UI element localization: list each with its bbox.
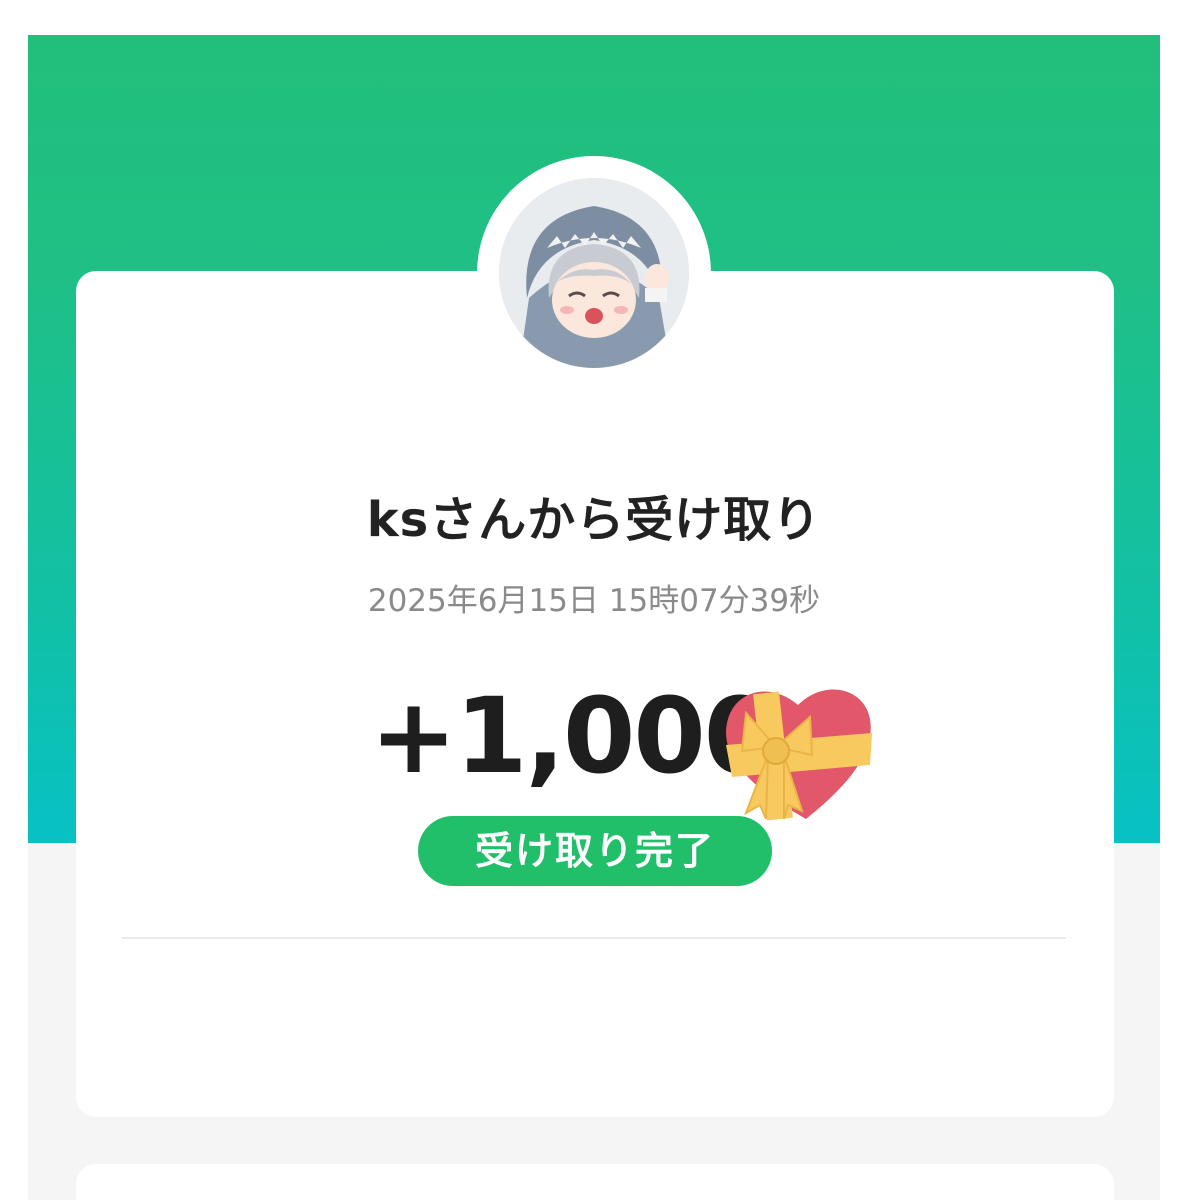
status-badge: 受け取り完了 bbox=[418, 816, 772, 886]
divider bbox=[122, 937, 1066, 939]
avatar-frame bbox=[477, 156, 711, 390]
avatar[interactable] bbox=[499, 178, 689, 368]
page-title: ksさんから受け取り bbox=[366, 492, 822, 548]
secondary-card bbox=[76, 1164, 1114, 1200]
screen: ksさんから受け取り 2025年6月15日 15時07分39秒 +1,000 受… bbox=[28, 35, 1160, 1200]
gift-heart-icon bbox=[706, 673, 876, 823]
avatar-image bbox=[499, 178, 689, 368]
transaction-datetime: 2025年6月15日 15時07分39秒 bbox=[367, 583, 821, 619]
